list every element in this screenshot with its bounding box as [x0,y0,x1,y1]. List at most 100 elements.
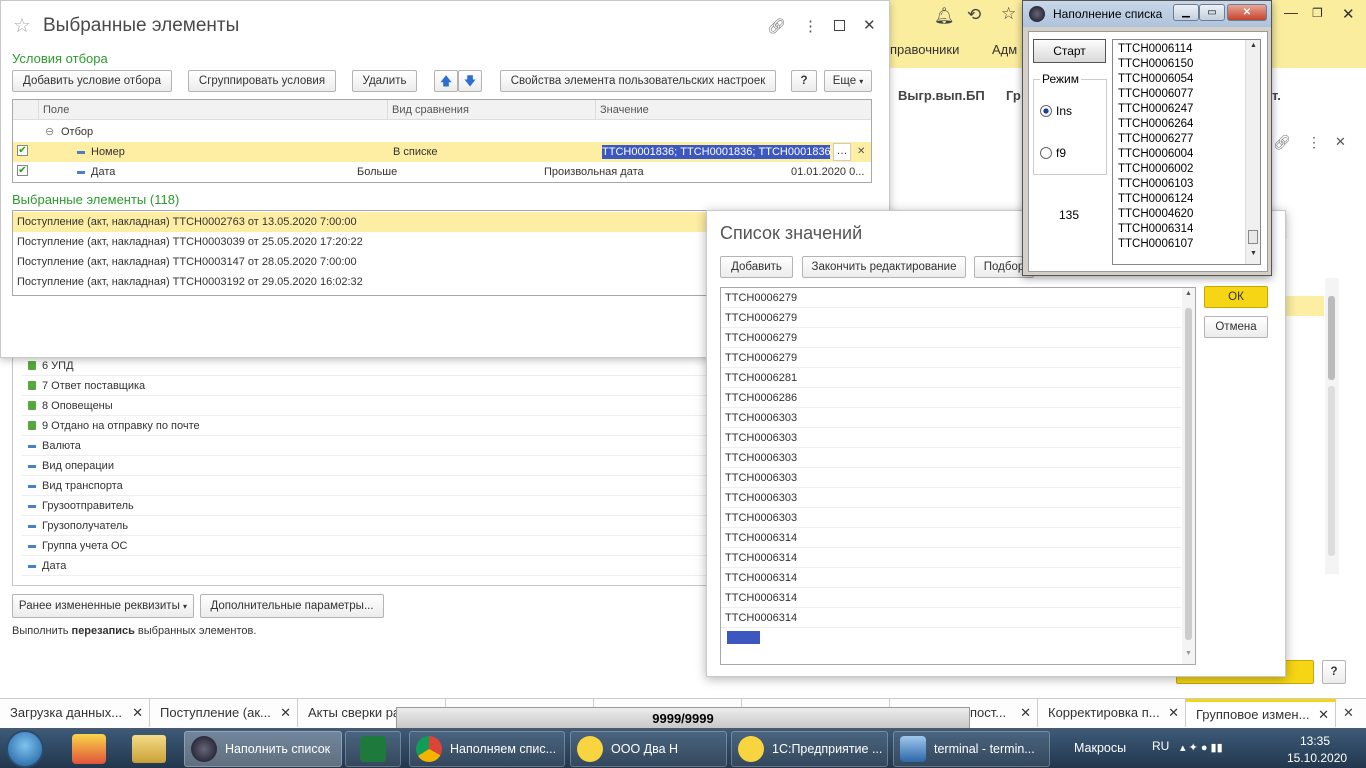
move-down-button[interactable]: 🡇 [458,70,482,92]
radio-ins-label[interactable]: Ins [1056,104,1072,118]
help-button[interactable]: ? [791,70,817,92]
lang-indicator[interactable]: RU [1152,739,1169,753]
start-button[interactable]: Старт [1033,39,1106,63]
close-icon[interactable]: ✕ [863,16,876,34]
changed-props-button[interactable]: Ранее измененные реквизиты ▾ [12,594,194,618]
close-icon[interactable]: ✕ [280,699,291,727]
scroll-thumb[interactable] [1248,230,1258,244]
command-gr[interactable]: Гр [1006,88,1021,103]
fill-list-item[interactable]: ТТСН0006150 [1118,57,1238,72]
tab-postuplenie[interactable]: Поступление (ак... ✕ [150,699,298,727]
scroll-thumb[interactable] [1328,296,1335,380]
scroll-up-icon[interactable]: ▲ [1185,290,1192,297]
tray-icons[interactable]: ▴ ✦ ● ▮▮ [1180,741,1223,754]
taskbar-item-excel[interactable] [345,731,401,767]
section-spravochniki[interactable]: правочники [890,42,959,57]
list-item[interactable]: Грузополучатель [22,516,712,536]
value-row[interactable]: ТТСН0006279 [721,328,1181,348]
collapse-icon[interactable]: ⊖ [45,122,54,142]
scroll-down-icon[interactable]: ▼ [1250,250,1257,257]
fill-list-item[interactable]: ТТСН0006264 [1118,117,1238,132]
value-cell[interactable]: ТТСН0001836; ТТСН0001836; ТТСН0001836; Т [602,145,830,159]
minimize-button[interactable]: ▁ [1173,4,1199,21]
move-up-button[interactable]: 🡅 [434,70,458,92]
taskbar-item-chrome[interactable]: Наполняем спис... [409,731,565,767]
scroll-thumb-2[interactable] [1328,386,1335,556]
fill-list-item[interactable]: ТТСН0006277 [1118,132,1238,147]
value-cell[interactable]: 01.01.2020 0... [791,162,864,182]
list-item[interactable]: 7 Ответ поставщика [22,376,712,396]
checkbox[interactable]: ✔ [17,165,28,176]
tab-korrektirovka[interactable]: Корректировка п... ✕ [1038,699,1186,727]
value-row[interactable]: ТТСН0006303 [721,468,1181,488]
value-row[interactable]: ТТСН0006314 [721,548,1181,568]
col-value[interactable]: Значение [596,100,871,120]
filter-group-row[interactable]: ⊖ Отбор [13,122,871,142]
command-vygr[interactable]: Выгр.вып.БП [898,88,985,103]
close-icon[interactable]: ✕ [1335,134,1346,150]
value-row[interactable]: ТТСН0006281 [721,368,1181,388]
new-value-cell[interactable] [727,631,760,644]
clock-time[interactable]: 13:35 [1300,734,1330,748]
value-row[interactable]: ТТСН0006279 [721,308,1181,328]
minimize-icon[interactable]: — [1284,4,1298,20]
fill-list-item[interactable]: ТТСН0006114 [1118,42,1238,57]
extra-params-button[interactable]: Дополнительные параметры... [200,594,384,618]
fill-list-item[interactable]: ТТСН0006054 [1118,72,1238,87]
taskbar-item-1c-enterprise[interactable]: 1С:Предприятие ... [731,731,888,767]
close-icon[interactable]: ✕ [132,699,143,727]
value-row[interactable]: ТТСН0006286 [721,388,1181,408]
titlebar[interactable]: Наполнение списка ▁ ▭ ✕ [1023,1,1271,27]
bell-icon[interactable]: 🔔︎ [934,6,954,26]
close-icon[interactable]: ✕ [1318,702,1329,727]
more-button[interactable]: Еще ▾ [824,70,872,92]
date-type-cell[interactable]: Произвольная дата [544,162,644,182]
scroll-up-icon[interactable]: ▲ [1250,42,1257,49]
list-item[interactable]: 9 Отдано на отправку по почте [22,416,712,436]
fill-list-item[interactable]: ТТСН0006124 [1118,192,1238,207]
taskbar-item-terminal[interactable]: terminal - termin... [893,731,1050,767]
value-row[interactable]: ТТСН0006314 [721,568,1181,588]
fill-list-item[interactable]: ТТСН0006314 [1118,222,1238,237]
fill-listbox[interactable]: ТТСН0006114 ТТСН0006150 ТТСН0006054 ТТСН000… [1112,39,1261,265]
radio-ins[interactable] [1040,105,1052,117]
filter-row-number[interactable]: ✔ Номер В списке ТТСН0001836; ТТСН000183… [13,142,871,162]
value-row[interactable]: ТТСН0006314 [721,608,1181,628]
list-item[interactable]: Валюта [22,436,712,456]
fill-list-item[interactable]: ТТСН0006002 [1118,162,1238,177]
taskbar-item-fill-list[interactable]: Наполнить список [184,731,342,767]
fill-list-item[interactable]: ТТСН0006107 [1118,237,1238,252]
listbox-scrollbar[interactable]: ▲ ▼ [1245,40,1260,264]
value-row[interactable]: ТТСН0006303 [721,488,1181,508]
favorite-star-icon[interactable]: ☆ [13,13,31,38]
comparison-cell[interactable]: В списке [393,142,438,162]
value-row[interactable]: ТТСН0006303 [721,448,1181,468]
list-item[interactable]: 6 УПД [22,356,712,376]
choose-button[interactable]: … [833,143,851,161]
value-row[interactable]: ТТСН0006303 [721,508,1181,528]
list-item[interactable]: Грузоотправитель [22,496,712,516]
explorer-icon[interactable] [132,735,166,763]
start-button[interactable] [6,730,44,768]
close-icon[interactable]: ✕ [1168,699,1179,727]
radio-f9-label[interactable]: f9 [1056,146,1066,160]
list-item[interactable]: Группа учета ОС [22,536,712,556]
radio-f9[interactable] [1040,147,1052,159]
tab-zagruzka[interactable]: Загрузка данных... ✕ [0,699,150,727]
value-row[interactable]: ТТСН0006314 [721,588,1181,608]
close-icon[interactable]: ✕ [1020,699,1031,727]
clear-icon[interactable]: ✕ [857,142,865,162]
filter-row-date[interactable]: ✔ Дата Больше Произвольная дата 01.01.20… [13,162,871,182]
delete-button[interactable]: Удалить [352,70,417,92]
command-hidden[interactable]: т. [1272,88,1281,103]
fill-list-item[interactable]: ТТСН0004620 [1118,207,1238,222]
fill-list-item[interactable]: ТТСН0006077 [1118,87,1238,102]
cancel-button[interactable]: Отмена [1204,316,1268,338]
link-icon[interactable]: 🔗︎ [1273,134,1291,151]
checkbox[interactable]: ✔ [17,145,28,156]
scroll-down-icon[interactable]: ▼ [1185,650,1192,657]
list-item[interactable]: Дата [22,556,712,576]
value-row[interactable]: ТТСН0006279 [721,348,1181,368]
value-row[interactable]: ТТСН0006303 [721,428,1181,448]
close-button[interactable]: ✕ [1227,4,1267,21]
